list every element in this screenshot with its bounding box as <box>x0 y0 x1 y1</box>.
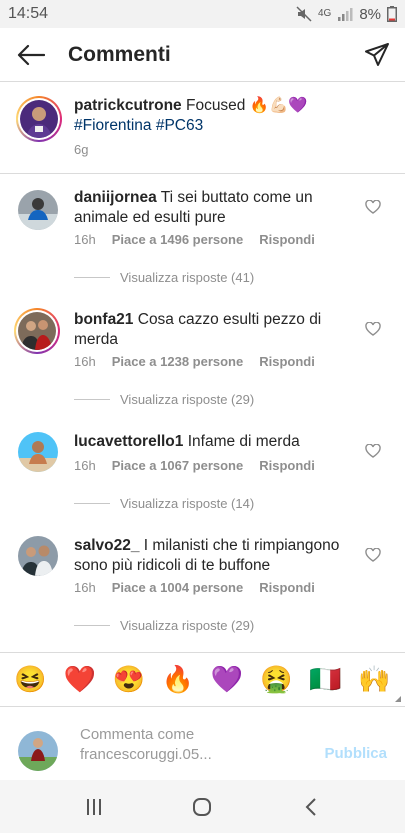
battery-level: 8% <box>359 5 381 23</box>
direct-send-button[interactable] <box>349 42 405 68</box>
post-caption: patrickcutrone Focused 🔥💪🏻💜 #Fiorentina … <box>0 82 405 174</box>
view-replies-label: Visualizza risposte (29) <box>120 618 255 633</box>
emoji-button[interactable]: 😍 <box>111 664 147 695</box>
comment-username[interactable]: salvo22_ <box>74 537 140 554</box>
emoji-button[interactable]: 🇮🇹 <box>307 664 343 695</box>
home-icon <box>193 797 212 816</box>
divider <box>74 277 110 278</box>
comment-input[interactable]: Commenta come francescoruggi.05... <box>80 725 280 765</box>
avatar <box>18 312 56 350</box>
comment-time: 16h <box>74 458 96 473</box>
story-ring[interactable] <box>16 96 62 142</box>
system-nav-bar <box>0 780 405 833</box>
view-replies-label: Visualizza risposte (29) <box>120 392 255 407</box>
reply-button[interactable]: Rispondi <box>259 232 315 247</box>
view-replies-label: Visualizza risposte (14) <box>120 496 255 511</box>
comment-likes[interactable]: Piace a 1496 persone <box>112 232 244 247</box>
mute-icon <box>296 6 312 22</box>
status-time: 14:54 <box>8 5 49 22</box>
network-type: 4G <box>317 8 332 19</box>
emoji-quick-bar: 😆 ❤️ 😍 🔥 💜 🤮 🇮🇹 🙌 <box>0 652 405 706</box>
emoji-button[interactable]: 🔥 <box>160 664 196 695</box>
heart-icon[interactable] <box>365 444 381 458</box>
heart-icon[interactable] <box>365 548 381 562</box>
comment-item: bonfa21 Cosa cazzo esulti pezzo di merda… <box>0 296 405 418</box>
caption-time: 6g <box>74 142 89 157</box>
avatar <box>18 731 58 771</box>
comment-time: 16h <box>74 354 96 369</box>
back-nav-button[interactable] <box>286 787 336 827</box>
emoji-button[interactable]: 💜 <box>209 664 245 695</box>
app-header: Commenti <box>0 28 405 82</box>
emoji-button[interactable]: ❤️ <box>62 664 98 695</box>
comment-username[interactable]: lucavettorello1 <box>74 433 183 450</box>
heart-icon[interactable] <box>365 322 381 336</box>
status-bar: 14:54 4G 8% <box>0 0 405 28</box>
divider <box>74 399 110 400</box>
page-title: Commenti <box>68 42 171 66</box>
caption-hashtags[interactable]: #Fiorentina #PC63 <box>74 117 203 134</box>
divider <box>74 503 110 504</box>
battery-icon <box>387 6 397 22</box>
publish-button[interactable]: Pubblica <box>324 745 387 762</box>
reply-button[interactable]: Rispondi <box>259 580 315 595</box>
view-replies-button[interactable]: Visualizza risposte (29) <box>74 392 254 407</box>
chevron-left-icon <box>305 797 316 816</box>
comment-likes[interactable]: Piace a 1067 persone <box>112 458 244 473</box>
recent-apps-button[interactable] <box>69 787 119 827</box>
divider <box>74 625 110 626</box>
caption-text: Focused 🔥💪🏻💜 <box>181 97 308 114</box>
paper-plane-icon <box>365 42 389 66</box>
reply-button[interactable]: Rispondi <box>259 458 315 473</box>
comment-username[interactable]: daniijornea <box>74 189 157 206</box>
view-replies-button[interactable]: Visualizza risposte (14) <box>74 496 254 511</box>
comment-username[interactable]: bonfa21 <box>74 311 133 328</box>
recent-apps-icon <box>87 798 102 815</box>
comment-time: 16h <box>74 232 96 247</box>
emoji-button[interactable]: 🤮 <box>258 664 294 695</box>
comment-item: daniijornea Ti sei buttato come un anima… <box>0 174 405 296</box>
caption-username[interactable]: patrickcutrone <box>74 97 182 114</box>
emoji-button[interactable]: 😆 <box>13 664 49 695</box>
avatar[interactable] <box>18 432 58 472</box>
view-replies-button[interactable]: Visualizza risposte (41) <box>74 270 254 285</box>
view-replies-label: Visualizza risposte (41) <box>120 270 255 285</box>
back-button[interactable] <box>0 44 62 66</box>
comment-item: salvo22_ I milanisti che ti rimpiangono … <box>0 522 405 644</box>
comment-composer: Commenta come francescoruggi.05... Pubbl… <box>0 706 405 780</box>
comment-item: lucavettorello1 Infame di merda 16h Piac… <box>0 418 405 522</box>
comment-time: 16h <box>74 580 96 595</box>
reply-button[interactable]: Rispondi <box>259 354 315 369</box>
signal-icon <box>338 8 353 21</box>
expand-corner-icon <box>395 696 401 702</box>
view-replies-button[interactable]: Visualizza risposte (29) <box>74 618 254 633</box>
avatar[interactable] <box>18 190 58 230</box>
avatar <box>20 100 58 138</box>
comment-text: Infame di merda <box>183 433 300 450</box>
story-ring[interactable] <box>14 308 60 354</box>
avatar[interactable] <box>18 536 58 576</box>
home-button[interactable] <box>177 787 227 827</box>
comment-likes[interactable]: Piace a 1238 persone <box>112 354 244 369</box>
comment-likes[interactable]: Piace a 1004 persone <box>112 580 244 595</box>
emoji-button[interactable]: 🙌 <box>356 664 392 695</box>
arrow-left-icon <box>17 44 45 65</box>
heart-icon[interactable] <box>365 200 381 214</box>
